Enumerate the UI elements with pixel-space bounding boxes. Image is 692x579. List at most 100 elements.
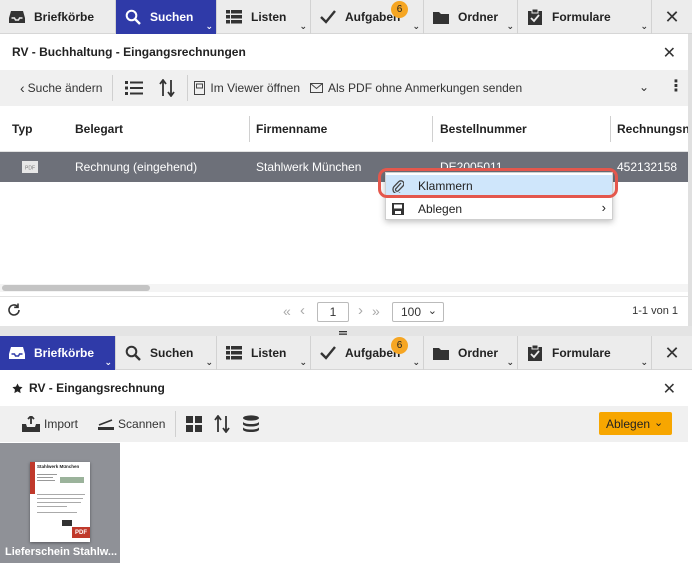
drag-handle-icon[interactable] <box>339 327 347 338</box>
chevron-down-icon[interactable]: ⌄ <box>205 21 213 32</box>
change-search-label: Suche ändern <box>27 81 103 95</box>
nav-listen[interactable]: Listen ⌄ <box>217 336 311 370</box>
sort-icon[interactable] <box>151 70 183 106</box>
chevron-left-icon: ‹ <box>20 80 25 96</box>
results-table-header: Typ Belegart Firmenname Bestellnummer Re… <box>0 106 688 152</box>
nav-aufgaben[interactable]: Aufgaben 6 ⌄ <box>311 336 424 370</box>
result-count: 1-1 von 1 <box>632 305 678 317</box>
nav-briefkoerbe[interactable]: Briefkörbe ⌄ <box>0 336 116 370</box>
scrollbar-thumb[interactable] <box>2 285 150 291</box>
cell-belegart: Rechnung (eingehend) <box>75 160 198 174</box>
thumbnail-line <box>37 512 77 513</box>
clipboard-check-icon <box>527 9 543 25</box>
column-header-rechnungsnummer[interactable]: Rechnungsnu <box>611 106 688 152</box>
thumbnail-line <box>37 474 57 475</box>
nav-label: Ordner <box>458 346 499 360</box>
nav-label: Listen <box>251 346 287 360</box>
chevron-down-icon[interactable]: ⌄ <box>205 357 213 368</box>
nav-label: Formulare <box>552 346 611 360</box>
chevron-down-icon[interactable]: ⌄ <box>506 21 514 32</box>
chevron-down-icon: ⌄ <box>427 305 437 317</box>
column-header-bestellnummer[interactable]: Bestellnummer <box>434 106 527 152</box>
thumbnail-accent-stripe <box>30 462 35 494</box>
chevron-down-icon[interactable]: ⌄ <box>639 80 649 94</box>
close-icon[interactable]: ✕ <box>652 0 692 34</box>
last-page-icon[interactable]: » <box>372 303 380 319</box>
chevron-down-icon[interactable]: ⌄ <box>412 357 420 368</box>
more-options-icon[interactable]: ⋮ <box>668 78 684 96</box>
list-view-icon[interactable] <box>117 70 151 106</box>
chevron-down-icon[interactable]: ⌄ <box>640 21 648 32</box>
file-button[interactable]: Ablegen ⌄ <box>599 412 672 435</box>
refresh-icon[interactable] <box>7 303 21 320</box>
pagination-bar: « ‹ 1 › » 100 ⌄ 1-1 von 1 <box>0 296 688 326</box>
send-pdf-label: Als PDF ohne Anmerkungen senden <box>328 81 523 95</box>
horizontal-scrollbar[interactable] <box>0 284 688 292</box>
sort-icon[interactable] <box>208 406 236 442</box>
thumbnail-header: Stahlwerk München <box>37 464 80 469</box>
nav-suchen[interactable]: Suchen ⌄ <box>116 336 217 370</box>
file-button-label: Ablegen <box>606 416 651 431</box>
first-page-icon[interactable]: « <box>283 303 291 319</box>
close-icon[interactable]: ✕ <box>663 379 676 399</box>
page-size-select[interactable]: 100 ⌄ <box>392 302 444 322</box>
checkmark-icon <box>320 9 336 25</box>
checkmark-icon <box>320 345 336 361</box>
inbox-tray-icon <box>9 9 25 25</box>
send-pdf-button[interactable]: Als PDF ohne Anmerkungen senden <box>302 70 522 106</box>
page-title: RV - Eingangsrechnung <box>29 381 165 395</box>
column-header-typ[interactable]: Typ <box>6 106 32 152</box>
page-number-input[interactable]: 1 <box>317 302 349 322</box>
panel-splitter[interactable] <box>0 326 692 338</box>
scan-button[interactable]: Scannen <box>84 406 171 442</box>
nav-label: Briefkörbe <box>34 346 95 360</box>
change-search-button[interactable]: ‹ Suche ändern <box>0 70 108 106</box>
pdf-badge-icon: PDF <box>72 527 90 538</box>
nav-listen[interactable]: Listen ⌄ <box>217 0 311 34</box>
tray-nav-bar: Briefkörbe ⌄ Suchen ⌄ Listen ⌄ Aufgaben … <box>0 336 692 370</box>
open-in-viewer-button[interactable]: Im Viewer öffnen <box>192 70 302 106</box>
nav-ordner[interactable]: Ordner ⌄ <box>424 336 518 370</box>
vertical-scrollbar[interactable] <box>688 34 692 326</box>
tray-panel-title: RV - Eingangsrechnung ✕ <box>0 370 688 406</box>
document-tile[interactable]: Stahlwerk München PDF Lieferschein Stahl… <box>0 443 120 563</box>
nav-suchen[interactable]: Suchen ⌄ <box>116 0 217 34</box>
nav-briefkoerbe[interactable]: Briefkörbe <box>0 0 116 34</box>
document-thumbnail: Stahlwerk München PDF <box>30 462 90 542</box>
thumbnail-line <box>37 477 53 478</box>
previous-page-icon[interactable]: ‹ <box>300 302 305 319</box>
thumbnail-stamp <box>60 477 84 483</box>
nav-label: Briefkörbe <box>34 10 95 24</box>
column-header-firmenname[interactable]: Firmenname <box>250 106 327 152</box>
viewer-icon <box>194 81 206 95</box>
menu-item-ablegen[interactable]: Ablegen › <box>386 198 612 220</box>
folder-icon <box>433 9 449 25</box>
search-icon <box>125 9 141 25</box>
chevron-down-icon[interactable]: ⌄ <box>299 357 307 368</box>
nav-formulare[interactable]: Formulare ⌄ <box>518 336 652 370</box>
import-label: Import <box>44 417 79 431</box>
nav-formulare[interactable]: Formulare ⌄ <box>518 0 652 34</box>
close-icon[interactable]: ✕ <box>663 43 676 63</box>
next-page-icon[interactable]: › <box>358 302 363 319</box>
close-icon[interactable]: ✕ <box>652 336 692 370</box>
chevron-down-icon[interactable]: ⌄ <box>412 21 420 32</box>
column-divider[interactable] <box>432 116 433 142</box>
nav-aufgaben[interactable]: Aufgaben 6 ⌄ <box>311 0 424 34</box>
chevron-down-icon[interactable]: ⌄ <box>104 357 112 368</box>
nav-ordner[interactable]: Ordner ⌄ <box>424 0 518 34</box>
database-icon[interactable] <box>236 406 266 442</box>
chevron-down-icon[interactable]: ⌄ <box>506 357 514 368</box>
pdf-type-label: PDF <box>25 166 35 172</box>
column-header-belegart[interactable]: Belegart <box>69 106 123 152</box>
chevron-right-icon: › <box>601 200 606 215</box>
tile-view-icon[interactable] <box>180 406 208 442</box>
import-button[interactable]: Import <box>0 406 84 442</box>
thumbnail-line <box>37 506 67 507</box>
chevron-down-icon: ⌄ <box>654 417 664 429</box>
chevron-down-icon[interactable]: ⌄ <box>640 357 648 368</box>
toolbar-divider <box>112 75 114 101</box>
chevron-down-icon[interactable]: ⌄ <box>299 21 307 32</box>
save-icon <box>392 203 408 215</box>
search-icon <box>125 345 141 361</box>
